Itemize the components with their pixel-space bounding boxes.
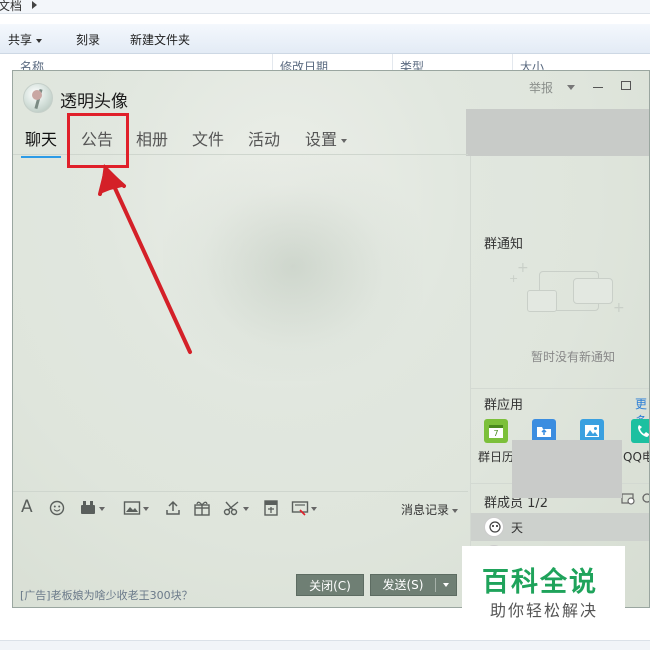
chat-bubble-left bbox=[527, 290, 557, 312]
explorer-breadcrumb: 文档 bbox=[0, 0, 650, 14]
chat-message-area[interactable] bbox=[13, 157, 468, 487]
plus-icon: + bbox=[517, 260, 529, 276]
member-avatar bbox=[484, 517, 504, 537]
chevron-down-icon bbox=[143, 507, 149, 511]
explorer-toolbar: 共享 刻录 新建文件夹 bbox=[0, 24, 650, 54]
upload-icon[interactable] bbox=[165, 500, 181, 516]
screen-share-icon[interactable] bbox=[291, 500, 317, 516]
message-history-button[interactable]: 消息记录 bbox=[401, 501, 459, 518]
qq-group-window: 透明头像 举报 聊天 公告 相册 文件 活动 设置 A 消息记录 [广告]老板娘… bbox=[12, 70, 650, 608]
group-name: 透明头像 bbox=[60, 92, 128, 112]
ad-link[interactable]: [广告]老板娘为啥少收老王300块？ bbox=[20, 587, 193, 603]
breadcrumb-label: 文档 bbox=[0, 0, 23, 13]
chevron-down-icon bbox=[36, 38, 43, 43]
redacted-member-names bbox=[512, 440, 622, 498]
tab-activity[interactable]: 活动 bbox=[248, 126, 280, 150]
watermark-subtitle: 助你轻松解决 bbox=[490, 601, 599, 620]
send-button-label: 发送(S) bbox=[382, 578, 424, 592]
font-icon[interactable]: A bbox=[21, 497, 33, 517]
report-button[interactable]: 举报 bbox=[529, 79, 553, 96]
chevron-down-icon bbox=[452, 508, 459, 513]
vip-emoji-icon[interactable] bbox=[79, 500, 105, 516]
tab-album[interactable]: 相册 bbox=[136, 126, 168, 150]
share-button[interactable]: 共享 bbox=[8, 31, 43, 48]
watermark: 百科全说 助你轻松解决 bbox=[462, 546, 625, 624]
emoji-icon[interactable] bbox=[49, 500, 65, 516]
minimize-icon[interactable] bbox=[593, 87, 603, 88]
phone-icon bbox=[631, 419, 649, 443]
plus-icon: + bbox=[509, 272, 519, 285]
redacted-area bbox=[466, 109, 649, 156]
no-notice-text: 暂时没有新通知 bbox=[531, 350, 616, 364]
window-titlebar: 透明头像 举报 bbox=[13, 71, 649, 113]
member-row[interactable]: 天 bbox=[471, 513, 649, 541]
section-divider bbox=[471, 388, 649, 389]
app-label: QQ电话 bbox=[623, 450, 649, 464]
red-packet-icon[interactable] bbox=[263, 500, 279, 516]
explorer-status-bar bbox=[0, 640, 650, 650]
chevron-down-icon bbox=[311, 507, 317, 511]
plus-icon: + bbox=[613, 300, 625, 316]
breadcrumb-arrow-icon bbox=[32, 1, 37, 9]
app-qq-phone[interactable]: QQ电话 bbox=[623, 419, 649, 465]
send-button[interactable]: 发送(S) bbox=[370, 574, 457, 596]
chevron-down-icon bbox=[99, 507, 105, 511]
member-tools bbox=[621, 492, 649, 509]
send-options-chevron-icon[interactable] bbox=[443, 583, 449, 587]
close-button[interactable]: 关闭(C) bbox=[296, 574, 364, 596]
app-calendar[interactable]: 7 群日历 bbox=[476, 419, 516, 465]
chat-bubble-right bbox=[573, 278, 613, 304]
tab-files[interactable]: 文件 bbox=[192, 126, 224, 150]
avatar-flower bbox=[32, 90, 42, 100]
apps-title: 群应用 bbox=[484, 398, 524, 413]
chevron-down-icon bbox=[341, 138, 348, 143]
app-label: 群日历 bbox=[477, 450, 514, 464]
new-folder-button[interactable]: 新建文件夹 bbox=[130, 31, 190, 48]
notice-title: 群通知 bbox=[484, 237, 524, 252]
burn-button[interactable]: 刻录 bbox=[76, 31, 100, 48]
tab-chat[interactable]: 聊天 bbox=[20, 126, 62, 158]
input-toolbar: A 消息记录 bbox=[13, 491, 468, 521]
menu-chevron-icon[interactable] bbox=[567, 85, 575, 90]
calendar-icon: 7 bbox=[484, 419, 508, 443]
scissors-icon[interactable] bbox=[223, 500, 249, 516]
maximize-icon[interactable] bbox=[621, 81, 631, 90]
group-avatar[interactable] bbox=[23, 83, 53, 113]
gift-icon[interactable] bbox=[193, 500, 211, 516]
watermark-title: 百科全说 bbox=[482, 567, 598, 598]
chevron-down-icon bbox=[243, 507, 249, 511]
empty-notice-illustration: + + + bbox=[509, 260, 625, 336]
right-panel: 群通知 + + + 暂时没有新通知 群应用 更多 7 群日历 文件 bbox=[470, 156, 649, 607]
member-name: 天 bbox=[511, 521, 524, 535]
tab-settings[interactable]: 设置 bbox=[305, 126, 348, 150]
image-icon[interactable] bbox=[123, 500, 149, 516]
svg-text:7: 7 bbox=[493, 429, 498, 438]
send-split-divider bbox=[435, 578, 436, 592]
